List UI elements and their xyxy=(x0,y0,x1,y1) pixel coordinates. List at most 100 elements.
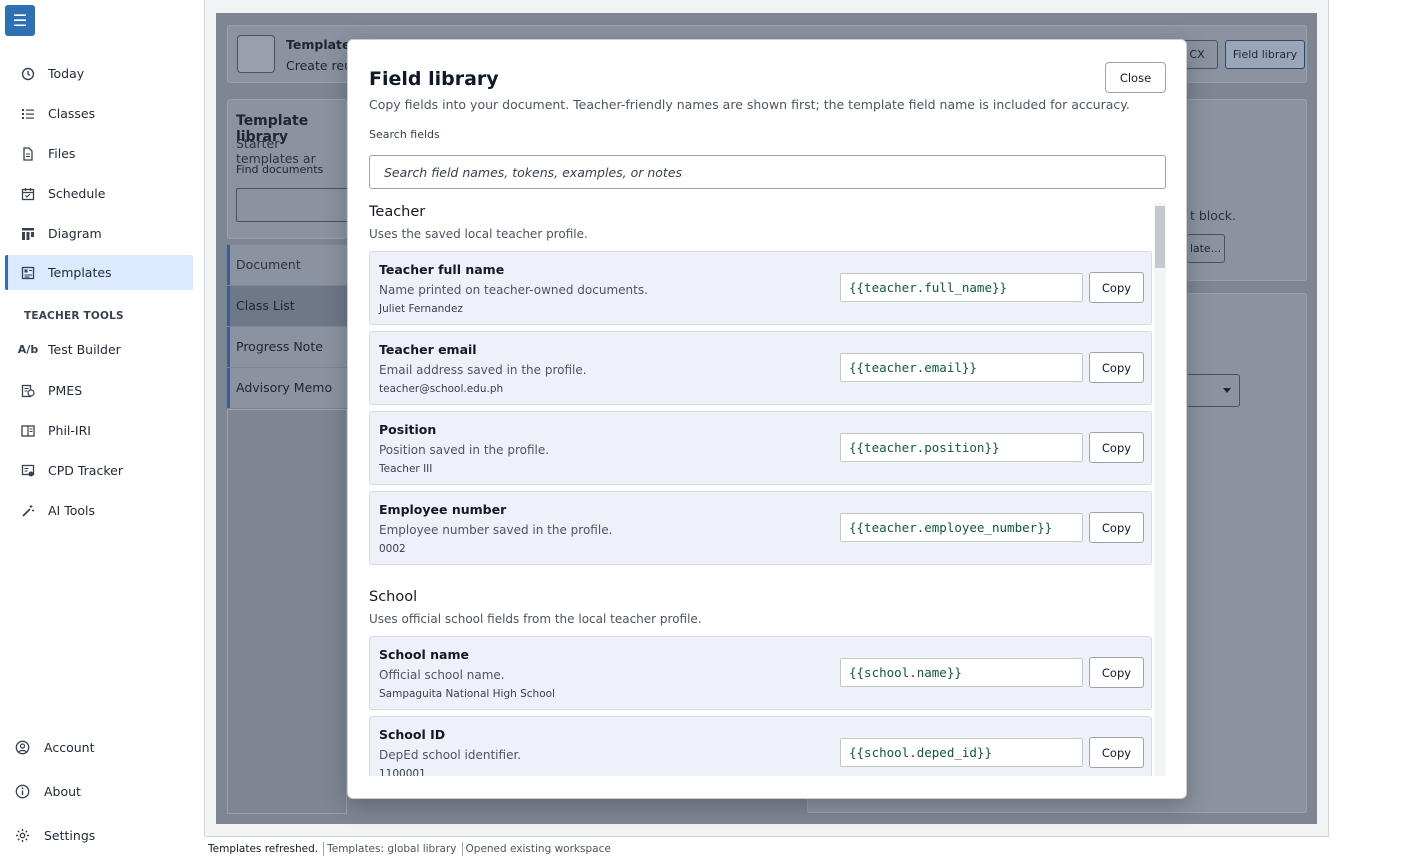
field-description: Official school name. xyxy=(379,668,505,682)
field-name: School name xyxy=(379,647,469,662)
sidebar-item-phil-iri[interactable]: Phil-IRI xyxy=(5,413,193,448)
copy-button[interactable]: Copy xyxy=(1089,272,1144,303)
account-icon xyxy=(14,739,30,755)
sidebar-item-ai-tools[interactable]: AI Tools xyxy=(5,493,193,528)
sidebar-item-label: Settings xyxy=(44,827,96,843)
page-subtitle: Create reu xyxy=(286,58,352,73)
sidebar-item-label: Account xyxy=(44,739,95,755)
token-field[interactable]: {{school.deped_id}} xyxy=(840,738,1083,767)
field-description: DepEd school identifier. xyxy=(379,748,522,762)
magic-wand-icon xyxy=(20,503,36,519)
list-item[interactable]: Advisory Memo xyxy=(227,368,347,408)
copy-button[interactable]: Copy xyxy=(1089,512,1144,543)
field-card-position: Position Position saved in the profile. … xyxy=(369,411,1152,485)
sidebar: ☰ Today Classes Files Schedule Diagram T… xyxy=(0,0,205,843)
field-description: Name printed on teacher-owned documents. xyxy=(379,283,648,297)
sidebar-item-schedule[interactable]: Schedule xyxy=(5,176,193,211)
sidebar-item-label: Templates xyxy=(48,265,112,280)
sidebar-item-pmes[interactable]: PMES xyxy=(5,373,193,408)
sidebar-item-label: CPD Tracker xyxy=(48,463,123,478)
field-description: Email address saved in the profile. xyxy=(379,363,587,377)
sidebar-item-test-builder[interactable]: A/b Test Builder xyxy=(5,332,193,367)
detail-text: t block. xyxy=(1190,208,1237,223)
field-example: Juliet Fernandez xyxy=(379,303,463,315)
field-example: 0002 xyxy=(379,543,406,555)
gear-icon xyxy=(14,827,30,843)
find-documents-input[interactable] xyxy=(236,188,356,222)
sidebar-item-label: AI Tools xyxy=(48,503,96,518)
sidebar-item-diagram[interactable]: Diagram xyxy=(5,216,193,251)
hamburger-icon[interactable]: ☰ xyxy=(5,5,35,36)
template-library-panel: Template library Starter templates ar Fi… xyxy=(227,99,356,239)
sidebar-item-label: Phil-IRI xyxy=(48,423,91,438)
dialog-title: Field library xyxy=(369,68,499,90)
field-name: Teacher email xyxy=(379,342,477,357)
tracker-icon xyxy=(20,463,36,479)
sidebar-item-label: Today xyxy=(48,66,85,81)
status-bar: Templates refreshed. Templates: global l… xyxy=(205,836,1329,861)
dialog-description: Copy fields into your document. Teacher-… xyxy=(369,97,1130,112)
list-icon xyxy=(20,106,36,122)
pmes-icon xyxy=(20,383,36,399)
copy-button[interactable]: Copy xyxy=(1089,657,1144,688)
status-text: Templates refreshed. xyxy=(205,842,325,856)
field-card-teacher-full-name: Teacher full name Name printed on teache… xyxy=(369,251,1152,325)
list-item[interactable]: Class List xyxy=(227,286,347,326)
test-builder-icon: A/b xyxy=(17,343,39,356)
scrollbar-thumb[interactable] xyxy=(1155,206,1165,268)
token-field[interactable]: {{teacher.full_name}} xyxy=(840,273,1083,302)
field-library-button[interactable]: Field library xyxy=(1225,40,1305,69)
copy-button[interactable]: Copy xyxy=(1089,432,1144,463)
copy-button[interactable]: Copy xyxy=(1089,737,1144,768)
section-label-teacher-tools: TEACHER TOOLS xyxy=(24,310,124,322)
template-action-button[interactable]: late... xyxy=(1187,234,1225,263)
list-item[interactable]: Progress Note xyxy=(227,327,347,367)
field-card-teacher-email: Teacher email Email address saved in the… xyxy=(369,331,1152,405)
list-item[interactable]: Document xyxy=(227,245,347,285)
app-window: ☰ Today Classes Files Schedule Diagram T… xyxy=(0,0,1329,861)
field-library-dialog: Field library Copy fields into your docu… xyxy=(347,39,1187,799)
file-icon xyxy=(20,146,36,162)
token-field[interactable]: {{teacher.employee_number}} xyxy=(840,513,1083,542)
sidebar-item-label: Diagram xyxy=(48,226,102,241)
sidebar-item-label: Files xyxy=(48,146,76,161)
field-name: School ID xyxy=(379,727,446,742)
scrollbar[interactable] xyxy=(1154,203,1166,776)
sidebar-item-label: PMES xyxy=(48,383,83,398)
sidebar-item-cpd-tracker[interactable]: CPD Tracker xyxy=(5,453,193,488)
token-field[interactable]: {{teacher.position}} xyxy=(840,433,1083,462)
sidebar-item-templates[interactable]: Templates xyxy=(5,255,193,290)
close-button[interactable]: Close xyxy=(1105,62,1166,93)
field-name: Employee number xyxy=(379,502,507,517)
diagram-icon xyxy=(20,226,36,242)
token-field[interactable]: {{school.name}} xyxy=(840,658,1083,687)
sidebar-item-files[interactable]: Files xyxy=(5,136,193,171)
chevron-down-icon xyxy=(1223,388,1231,393)
sidebar-item-classes[interactable]: Classes xyxy=(5,96,193,131)
status-text: Opened existing workspace xyxy=(465,843,611,855)
sidebar-item-about[interactable]: About xyxy=(14,783,81,799)
library-subtitle: Starter templates ar xyxy=(236,136,316,166)
field-example: teacher@school.edu.ph xyxy=(379,383,504,395)
field-list: Teacher Uses the saved local teacher pro… xyxy=(369,203,1166,776)
template-icon xyxy=(20,265,36,281)
field-name: Position xyxy=(379,422,437,437)
group-title-teacher: Teacher xyxy=(369,204,426,220)
token-field[interactable]: {{teacher.email}} xyxy=(840,353,1083,382)
book-icon xyxy=(20,423,36,439)
find-documents-label: Find documents xyxy=(236,163,324,176)
select-dropdown[interactable] xyxy=(1188,374,1240,407)
copy-button[interactable]: Copy xyxy=(1089,352,1144,383)
group-title-school: School xyxy=(369,589,418,605)
field-description: Position saved in the profile. xyxy=(379,443,550,457)
sidebar-item-label: Classes xyxy=(48,106,96,121)
template-icon xyxy=(237,35,275,73)
sidebar-item-settings[interactable]: Settings xyxy=(14,827,95,843)
sidebar-item-today[interactable]: Today xyxy=(5,56,193,91)
detail-panel: t block. late... xyxy=(1186,99,1307,281)
group-description: Uses the saved local teacher profile. xyxy=(369,227,588,241)
sidebar-item-account[interactable]: Account xyxy=(14,739,94,755)
search-input[interactable] xyxy=(369,155,1166,189)
sidebar-item-label: About xyxy=(44,783,81,799)
field-description: Employee number saved in the profile. xyxy=(379,523,613,537)
